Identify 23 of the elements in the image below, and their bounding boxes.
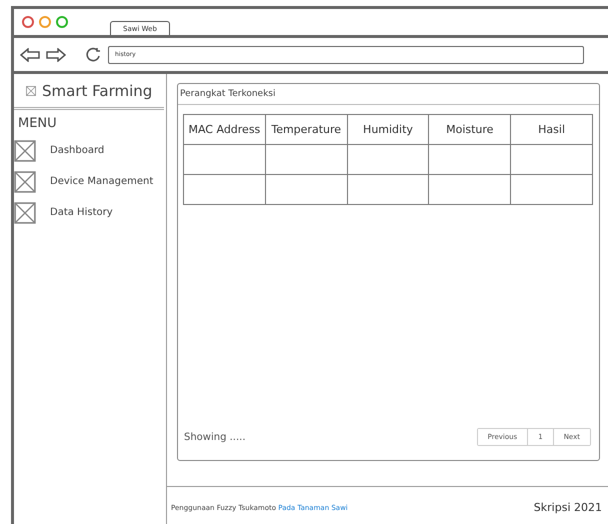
menu-item[interactable]: Device Management — [50, 176, 154, 187]
menu-item[interactable]: Dashboard — [50, 145, 104, 156]
panel-title: Perangkat Terkoneksi — [178, 84, 599, 105]
maximize-dot[interactable] — [56, 16, 68, 28]
menu-heading: MENU — [17, 115, 58, 133]
forward-icon[interactable] — [46, 48, 66, 62]
column-header: Temperature — [265, 114, 348, 144]
showing-text: Showing ..... — [184, 432, 246, 442]
back-icon[interactable] — [20, 48, 40, 62]
column-header: Humidity — [347, 114, 429, 144]
menu-item[interactable]: Data History — [50, 207, 113, 218]
close-dot[interactable] — [22, 16, 34, 28]
column-header: Moisture — [428, 114, 511, 144]
column-header: MAC Address — [184, 114, 266, 144]
column-header: Hasil — [510, 114, 592, 144]
app-title: Smart Farming — [42, 82, 152, 100]
image-placeholder-icon — [14, 170, 36, 192]
image-placeholder-icon — [14, 202, 36, 224]
image-placeholder-icon — [14, 140, 36, 162]
reload-icon[interactable] — [86, 46, 102, 62]
footer-credit: Skripsi 2021 — [534, 501, 602, 514]
minimize-dot[interactable] — [39, 16, 51, 28]
logo-placeholder-icon — [26, 86, 36, 96]
